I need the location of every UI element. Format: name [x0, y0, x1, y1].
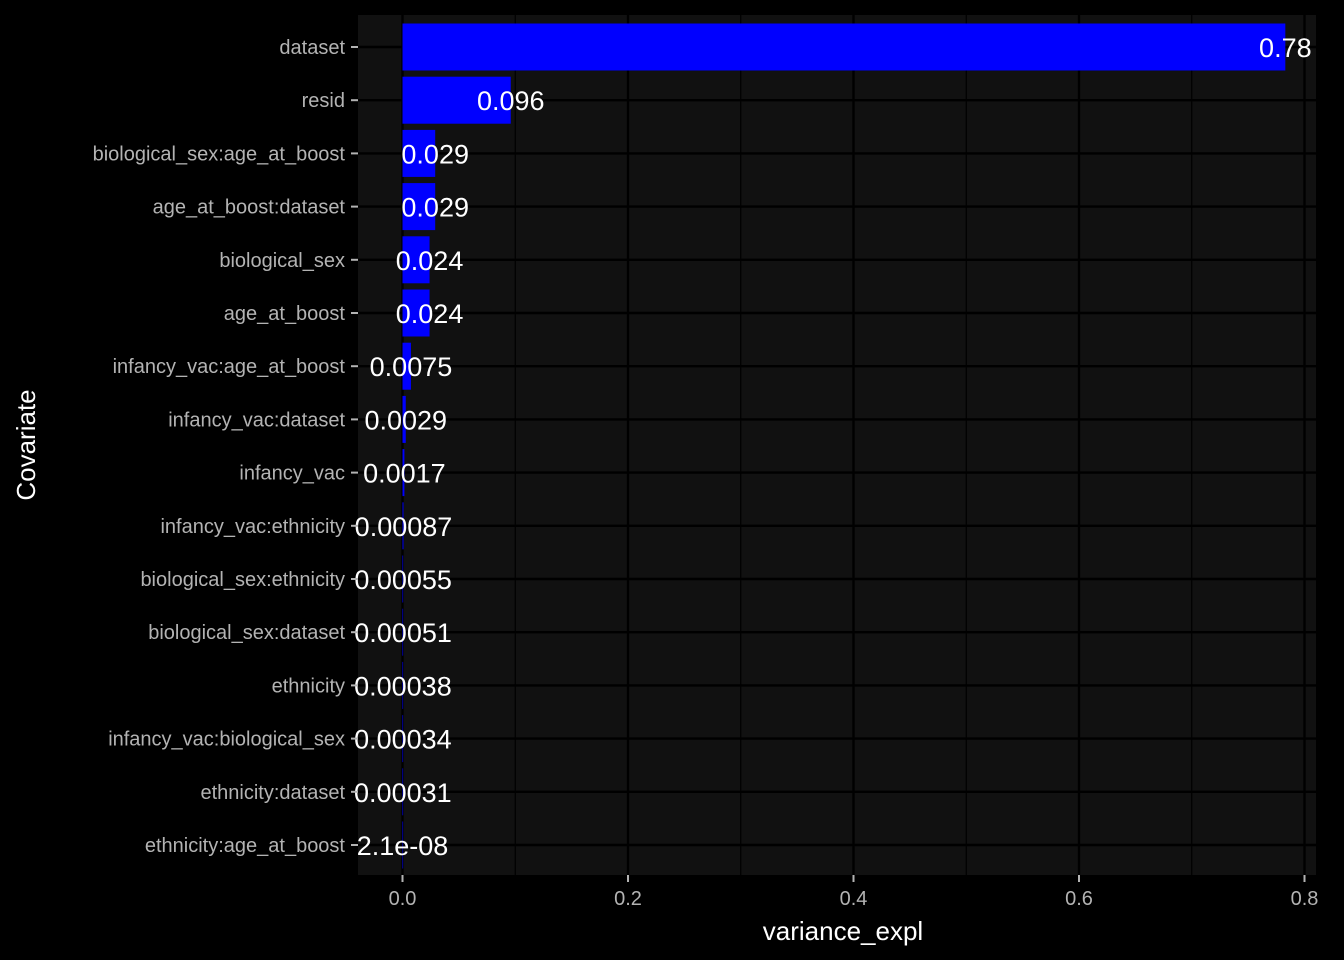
y-tick-label: infancy_vac:dataset — [168, 409, 345, 431]
y-tick-label: biological_sex:ethnicity — [140, 569, 345, 591]
bar-value-label: 0.024 — [396, 246, 464, 276]
bar-value-label: 0.0017 — [363, 459, 446, 489]
bar-value-label: 0.00051 — [354, 618, 452, 648]
bar-value-label: 0.78 — [1259, 33, 1312, 63]
y-tick-label: infancy_vac — [239, 463, 345, 485]
y-axis-title: Covariate — [11, 389, 41, 500]
bar-value-label: 0.0075 — [370, 352, 453, 382]
y-tick-label: age_at_boost:dataset — [153, 197, 346, 219]
bar-value-label: 2.1e-08 — [357, 831, 449, 861]
bar-value-label: 0.029 — [401, 139, 469, 169]
bar-value-label: 0.00038 — [354, 671, 452, 701]
x-tick-label: 0.0 — [389, 888, 417, 910]
bar-value-label: 0.0029 — [364, 405, 447, 435]
x-tick-label: 0.8 — [1291, 888, 1319, 910]
bar-value-label: 0.096 — [477, 86, 545, 116]
bar-value-label: 0.00034 — [354, 725, 452, 755]
x-tick-label: 0.4 — [840, 888, 868, 910]
bar-value-label: 0.00055 — [354, 565, 452, 595]
bar-value-label: 0.029 — [401, 193, 469, 223]
y-tick-label: biological_sex:age_at_boost — [93, 143, 346, 165]
x-tick-label: 0.6 — [1065, 888, 1093, 910]
y-tick-label: resid — [302, 90, 345, 112]
y-tick-label: infancy_vac:age_at_boost — [113, 356, 346, 378]
variance-explained-bar-chart: 0.78 0.096 0.029 0.029 0.024 0.024 0.0075 0.002… — [0, 0, 1344, 960]
y-tick-label: biological_sex:dataset — [148, 622, 345, 644]
y-tick-label: biological_sex — [219, 250, 345, 272]
x-axis-title: variance_expl — [763, 916, 923, 946]
y-tick-label: age_at_boost — [224, 303, 346, 325]
y-tick-label: infancy_vac:ethnicity — [160, 516, 345, 538]
plot-panel — [358, 15, 1316, 875]
bar-value-label: 0.024 — [396, 299, 464, 329]
y-tick-label: ethnicity:dataset — [200, 782, 345, 804]
y-tick-label: ethnicity — [272, 675, 345, 697]
y-tick-label: dataset — [279, 37, 345, 59]
bar — [402, 23, 1286, 71]
y-tick-label: infancy_vac:biological_sex — [108, 729, 345, 751]
bar-value-label: 0.00031 — [354, 778, 452, 808]
x-tick-label: 0.2 — [614, 888, 642, 910]
y-tick-label: ethnicity:age_at_boost — [145, 835, 346, 857]
bar-value-label: 0.00087 — [355, 512, 453, 542]
